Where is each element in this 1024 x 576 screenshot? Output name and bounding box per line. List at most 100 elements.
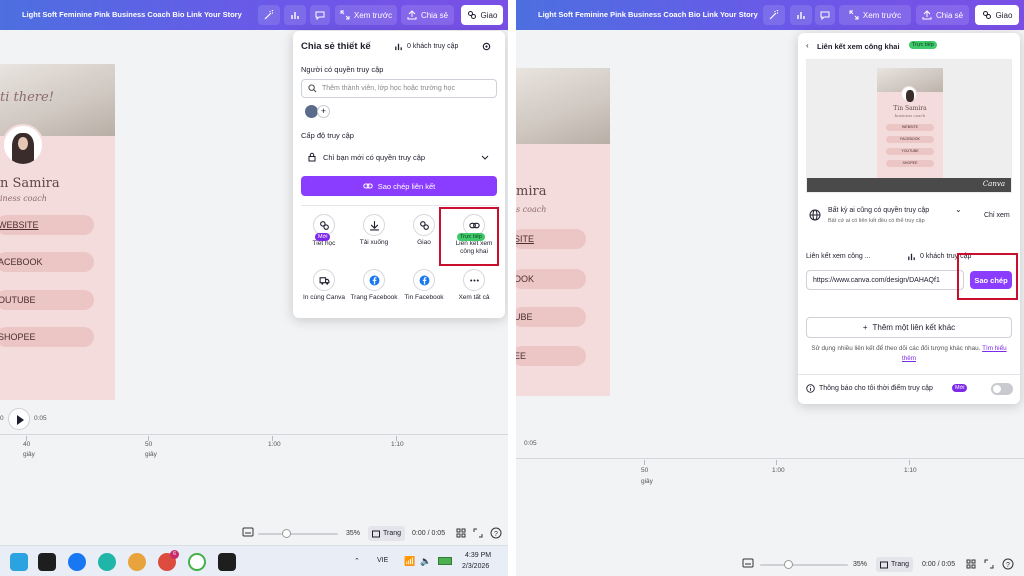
option-label: Tải xuống [359, 239, 389, 246]
magic-button[interactable] [258, 5, 280, 25]
insights-button[interactable] [284, 5, 306, 25]
option-label: Tiết học [312, 240, 336, 247]
notes-icon[interactable] [242, 527, 254, 537]
share-button[interactable]: Chia sẻ [916, 5, 969, 25]
taskbar-date[interactable]: 2/3/2026 [462, 563, 489, 570]
help-icon[interactable]: ? [490, 527, 502, 539]
taskbar-time[interactable]: 4:39 PM [465, 552, 491, 559]
option-print[interactable]: In cùng Canva [298, 269, 350, 301]
capcut-icon[interactable] [38, 553, 56, 571]
zoom-level[interactable]: 35% [346, 530, 360, 537]
design-preview[interactable]: Tin Samira business coach WEBSITE FACEBO… [806, 59, 1012, 193]
comment-button[interactable] [310, 5, 330, 25]
chrome-icon[interactable] [128, 553, 146, 571]
wifi-icon[interactable]: 📶 [404, 556, 415, 567]
assign-button[interactable]: Giao [461, 5, 503, 25]
add-people-input[interactable]: Thêm thành viên, lớp học hoặc trường học [301, 79, 497, 98]
tray-chevron-icon[interactable]: ⌃ [354, 557, 360, 565]
zoom-thumb[interactable] [784, 560, 793, 569]
design-link-youtube[interactable]: UBE [516, 307, 586, 327]
share-design-popup: Chia sẻ thiết kế 0 khách truy cập Người … [293, 31, 505, 318]
assign-button[interactable]: Giao [975, 5, 1019, 25]
design-name: n Samira [0, 176, 60, 191]
assign-icon [467, 11, 476, 19]
public-link-url-field[interactable]: https://www.canva.com/design/DAHAQf1 [806, 270, 964, 290]
back-chevron-icon[interactable]: ‹ [806, 41, 809, 50]
facebook-icon[interactable] [68, 553, 86, 571]
add-another-link-button[interactable]: + Thêm một liên kết khác [806, 317, 1012, 338]
duration: 0:00 / 0:05 [412, 530, 446, 537]
lock-icon [308, 152, 316, 162]
visitor-count[interactable]: 0 khách truy cập [407, 43, 458, 50]
option-download[interactable]: Tải xuống [348, 214, 400, 246]
option-lesson[interactable]: Mới Tiết học [298, 214, 350, 247]
design-subtitle: iness coach [0, 194, 47, 203]
design-link-facebook[interactable]: OOK [516, 269, 586, 289]
editor-topbar: Light Soft Feminine Pink Business Coach … [0, 0, 508, 30]
link-name-label[interactable]: Liên kết xem công ... [806, 253, 871, 260]
play-button[interactable] [8, 408, 30, 430]
grid-view-icon[interactable] [966, 559, 976, 569]
share-button[interactable]: Chia sẻ [401, 5, 454, 25]
help-icon[interactable]: ? [1002, 558, 1014, 570]
copy-link-button[interactable]: Sao chép liên kết [301, 176, 497, 196]
design-link-shopee[interactable]: EE [516, 346, 586, 366]
insights-button[interactable] [790, 5, 812, 25]
add-link-label: Thêm một liên kết khác [872, 323, 956, 332]
design-link-facebook[interactable]: ACEBOOK [0, 252, 94, 272]
access-level-dropdown[interactable]: Chỉ bạn mới có quyền truy cập [301, 145, 497, 169]
clock-app-icon[interactable] [188, 553, 206, 571]
chrome-profile-icon[interactable]: 6 [158, 550, 179, 571]
design-link-website[interactable]: SITE [516, 229, 586, 249]
design-link-shopee[interactable]: SHOPEE [0, 327, 94, 347]
globe-icon [809, 209, 821, 221]
capcut-icon[interactable] [218, 553, 236, 571]
fullscreen-icon[interactable] [473, 528, 483, 538]
magic-button[interactable] [763, 5, 785, 25]
battery-icon[interactable] [438, 557, 452, 565]
notify-toggle[interactable] [991, 383, 1013, 395]
add-person-icon[interactable]: + [317, 105, 330, 118]
timeline-track[interactable] [0, 434, 508, 435]
zoom-slider[interactable] [760, 564, 848, 566]
timeline-track[interactable] [516, 458, 1024, 459]
fullscreen-icon[interactable] [984, 559, 994, 569]
design-page[interactable]: ti there! n Samira iness coach WEBSITE A… [0, 64, 115, 400]
preview-footer: Canva [807, 178, 1011, 192]
notes-icon[interactable] [742, 558, 754, 568]
gear-icon[interactable] [481, 41, 492, 52]
option-facebook-story[interactable]: Tin Facebook [398, 269, 450, 301]
timeline-time: 0:05 [34, 415, 47, 422]
access-title[interactable]: Bất kỳ ai cũng có quyền truy cập [828, 207, 929, 214]
zoom-thumb[interactable] [282, 529, 291, 538]
edge-icon[interactable] [98, 553, 116, 571]
zoom-slider[interactable] [258, 533, 338, 535]
editor-topbar: Light Soft Feminine Pink Business Coach … [516, 0, 1024, 30]
pages-button[interactable]: Trang [876, 557, 914, 572]
design-name: mira [516, 184, 547, 199]
design-link-youtube[interactable]: OUTUBE [0, 290, 94, 310]
volume-icon[interactable]: 🔈 [420, 556, 431, 567]
comment-button[interactable] [815, 5, 835, 25]
right-screenshot: Light Soft Feminine Pink Business Coach … [516, 0, 1024, 576]
zoom-level[interactable]: 35% [853, 561, 867, 568]
tick-unit: giây [145, 451, 157, 458]
assign-icon [982, 11, 991, 19]
grid-view-icon[interactable] [456, 528, 466, 538]
design-title[interactable]: Light Soft Feminine Pink Business Coach … [538, 10, 758, 19]
chevron-down-icon[interactable]: ⌄ [955, 205, 962, 214]
option-facebook-page[interactable]: Trang Facebook [348, 269, 400, 301]
design-page[interactable]: mira s coach SITE OOK UBE EE [516, 68, 610, 396]
telegram-icon[interactable] [10, 553, 28, 571]
design-title[interactable]: Light Soft Feminine Pink Business Coach … [22, 10, 242, 19]
preview-label: Xem trước [353, 10, 393, 20]
design-link-website[interactable]: WEBSITE [0, 215, 94, 235]
pages-button[interactable]: Trang [368, 526, 406, 541]
public-link-title[interactable]: Liên kết xem công khai [817, 42, 900, 51]
access-mode[interactable]: Chỉ xem [984, 212, 1010, 219]
preview-button[interactable]: Xem trước [335, 5, 397, 25]
preview-button[interactable]: Xem trước [839, 5, 911, 25]
language-indicator[interactable]: VIE [377, 557, 388, 564]
design-avatar [2, 124, 44, 166]
option-see-all[interactable]: Xem tất cả [448, 269, 500, 301]
